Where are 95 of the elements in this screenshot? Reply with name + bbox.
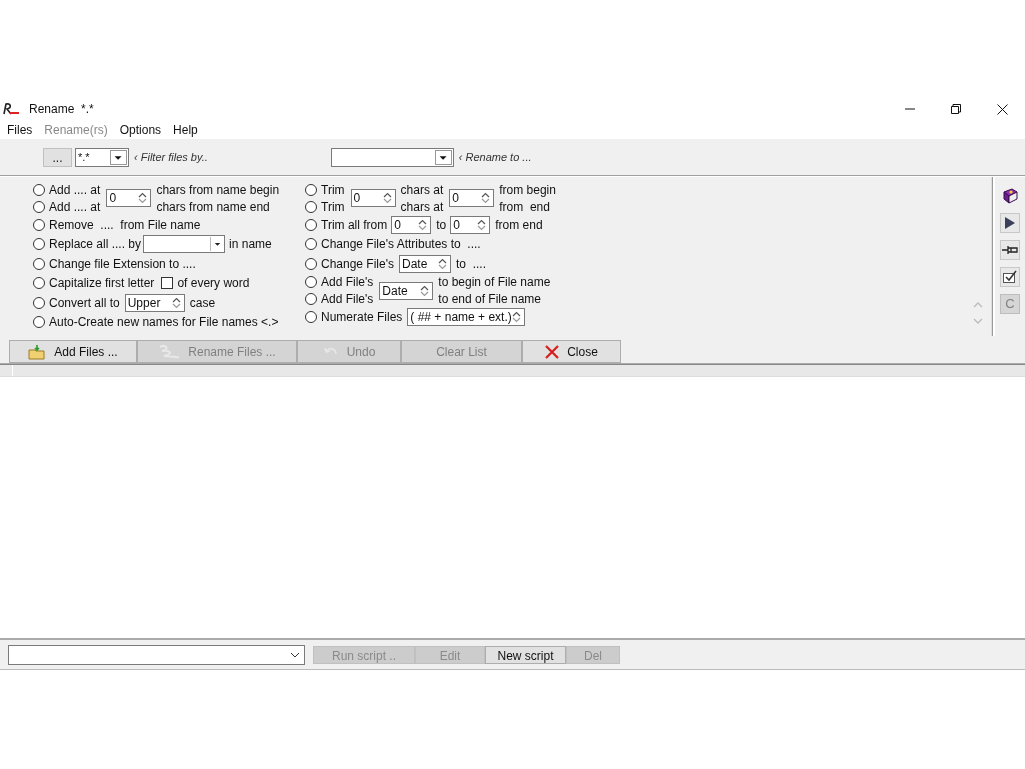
folder-icon xyxy=(28,343,47,360)
radio-button[interactable] xyxy=(305,311,317,324)
play-icon xyxy=(1004,216,1016,230)
radio-button[interactable] xyxy=(33,296,45,309)
radio-button[interactable] xyxy=(33,218,45,231)
restore-icon xyxy=(951,104,961,114)
option-label: Auto-Create new names for File names <.> xyxy=(49,314,279,332)
option-label: to begin of File name xyxy=(438,274,551,291)
option-label: from end xyxy=(499,198,550,216)
radio-button[interactable] xyxy=(305,276,317,288)
spin-arrows-icon[interactable] xyxy=(481,192,491,204)
option-label: Capitalize first letter xyxy=(49,275,155,293)
book-icon xyxy=(1001,187,1019,205)
spin-arrows-icon[interactable] xyxy=(512,311,522,324)
spin-field[interactable]: 0 xyxy=(449,189,495,207)
spin-field[interactable]: Date xyxy=(399,254,451,273)
close-icon xyxy=(996,103,1008,115)
option-label: to end of File name xyxy=(438,291,542,308)
dropdown-icon[interactable] xyxy=(434,149,452,165)
option-label: Change file Extension to .... xyxy=(49,255,196,273)
filter-hint: ‹ Filter files by.. xyxy=(134,149,208,165)
dropdown-icon[interactable] xyxy=(110,149,127,165)
option-label: Add .... at xyxy=(49,198,101,216)
option-label: of every word xyxy=(177,275,250,293)
option-label: Trim xyxy=(321,181,345,199)
spin-field[interactable]: 0 xyxy=(106,189,152,207)
option-label: Numerate Files xyxy=(321,309,403,327)
pin-icon xyxy=(1001,244,1019,256)
option-label: Trim all from xyxy=(321,216,388,234)
chevron-down-icon[interactable] xyxy=(290,651,300,658)
spin-arrows-icon[interactable] xyxy=(418,218,428,231)
action-button[interactable]: Close xyxy=(522,340,621,363)
option-label: chars at xyxy=(400,181,444,199)
option-label: Replace all .... by xyxy=(49,236,142,254)
menu-item[interactable]: Options xyxy=(113,120,168,139)
option-label: case xyxy=(189,294,216,312)
menu-item[interactable]: Help xyxy=(167,120,204,139)
replace-combo[interactable] xyxy=(143,235,226,254)
option-label: Change File's Attributes to .... xyxy=(321,236,481,254)
checkbox-icon xyxy=(1002,270,1018,284)
toolbar-button[interactable] xyxy=(1000,186,1020,206)
script-button[interactable]: New script xyxy=(485,645,566,664)
spin-arrows-icon[interactable] xyxy=(138,192,148,204)
option-label: to .... xyxy=(456,255,486,273)
rename-hint: ‹ Rename to ... xyxy=(458,149,532,165)
option-label: chars from name begin xyxy=(156,181,280,199)
rename-combo[interactable] xyxy=(330,147,454,167)
action-button[interactable]: Add Files ... xyxy=(9,340,137,363)
spin-arrows-icon[interactable] xyxy=(420,284,430,297)
toolbar-button[interactable] xyxy=(1000,267,1020,287)
option-label: from end xyxy=(495,216,543,234)
radio-button[interactable] xyxy=(305,183,317,196)
spin-field[interactable]: Upper xyxy=(124,293,185,312)
browse-button[interactable]: ... xyxy=(43,147,72,167)
option-label: Add File's xyxy=(321,274,374,291)
option-label: chars at xyxy=(400,198,444,216)
menu-item[interactable]: Files xyxy=(1,120,39,139)
spin-field[interactable]: ( ## + name + ext.) xyxy=(407,308,526,327)
close-icon xyxy=(545,344,560,359)
radio-button[interactable] xyxy=(33,238,45,251)
filter-combo[interactable]: *.* xyxy=(75,147,129,167)
radio-button[interactable] xyxy=(33,316,45,329)
spin-field[interactable]: 0 xyxy=(450,215,491,234)
option-label: to xyxy=(436,216,447,234)
option-label: chars from name end xyxy=(156,198,270,216)
option-label: Add File's xyxy=(321,291,374,308)
radio-button[interactable] xyxy=(305,257,317,270)
spin-field[interactable]: 0 xyxy=(350,189,396,207)
radio-button[interactable] xyxy=(305,238,317,251)
option-label: Convert all to xyxy=(49,294,120,312)
spin-arrows-icon[interactable] xyxy=(438,257,447,270)
spin-arrows-icon[interactable] xyxy=(382,192,392,204)
radio-button[interactable] xyxy=(33,183,45,196)
spin-field[interactable]: 0 xyxy=(391,215,432,234)
option-label: in name xyxy=(229,236,272,254)
radio-button[interactable] xyxy=(33,257,45,270)
spin-arrows-icon[interactable] xyxy=(477,218,487,231)
radio-button[interactable] xyxy=(305,200,317,213)
option-label: Trim xyxy=(321,198,345,216)
window-title: Rename *.* xyxy=(29,101,94,118)
toolbar-button[interactable] xyxy=(1000,213,1020,233)
option-label: from begin xyxy=(499,181,556,199)
option-label: Add .... at xyxy=(49,181,101,199)
spin-arrows-icon[interactable] xyxy=(171,296,181,309)
radio-button[interactable] xyxy=(305,218,317,231)
radio-button[interactable] xyxy=(33,277,45,290)
checkbox[interactable] xyxy=(161,277,174,290)
option-label: Change File's xyxy=(321,255,394,273)
app-logo-icon xyxy=(2,102,20,116)
radio-button[interactable] xyxy=(33,200,45,213)
toolbar-button[interactable] xyxy=(1000,240,1020,260)
spin-field[interactable]: Date xyxy=(379,281,434,300)
radio-button[interactable] xyxy=(305,293,317,305)
script-combo[interactable] xyxy=(8,644,305,665)
option-label: Remove .... from File name xyxy=(49,216,201,234)
